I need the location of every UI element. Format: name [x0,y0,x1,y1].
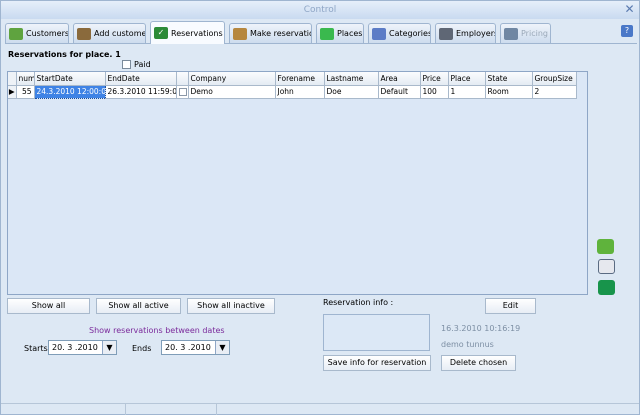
add-customer-icon [77,27,91,40]
save-info-button[interactable]: Save info for reservation [323,355,431,371]
table-header-row: num StartDate EndDate Company Forename L… [8,72,577,86]
cell-forename[interactable]: John [275,85,325,99]
main-tabs: Customers Add customer ✓ Reservations Mak… [5,21,637,44]
tab-reservations[interactable]: ✓ Reservations [150,21,225,44]
column-header-price[interactable]: Price [420,72,449,86]
row-header-corner [8,72,17,86]
window-title: Control [303,5,337,15]
cell-area[interactable]: Default [378,85,421,99]
categories-icon [372,27,386,40]
paid-checkbox[interactable]: Paid [122,60,151,69]
tab-employers[interactable]: Employers [435,23,496,43]
add-reservation-icon[interactable] [597,239,614,254]
starts-label: Starts [24,344,48,353]
paid-row-checkbox[interactable] [179,87,187,96]
close-icon[interactable]: ✕ [623,3,636,16]
edit-button[interactable]: Edit [485,298,536,314]
status-panel-2 [126,404,217,415]
column-header-forename[interactable]: Forename [275,72,325,86]
status-bar [1,403,639,415]
cell-company[interactable]: Demo [188,85,276,99]
show-all-button[interactable]: Show all [7,298,90,314]
table-row[interactable]: ▶ 55 24.3.2010 12:00:00 26.3.2010 11:59:… [8,84,577,99]
column-header-area[interactable]: Area [378,72,421,86]
chevron-down-icon[interactable]: ▼ [102,341,116,354]
reservations-grid[interactable]: num StartDate EndDate Company Forename L… [7,71,588,295]
status-panel-1 [56,404,126,415]
pricing-icon [504,27,518,40]
column-header-paid[interactable] [176,72,189,86]
reservation-info-textbox[interactable] [323,314,430,351]
column-header-groupsize[interactable]: GroupSize [532,72,577,86]
reservation-info-label: Reservation info : [323,298,394,307]
ends-label: Ends [132,344,152,353]
tab-add-customer[interactable]: Add customer [73,23,146,43]
column-header-lastname[interactable]: Lastname [324,72,379,86]
reservation-info-timestamp: 16.3.2010 10:16:19 [441,324,521,333]
tab-categories[interactable]: Categories [368,23,431,43]
cell-enddate[interactable]: 26.3.2010 11:59:00 [105,85,177,99]
column-header-state[interactable]: State [485,72,533,86]
make-reservation-icon [233,27,247,40]
cell-paid-checkbox[interactable] [176,85,189,99]
tab-customers[interactable]: Customers [5,23,69,43]
reservations-table: num StartDate EndDate Company Forename L… [8,72,577,99]
chevron-down-icon[interactable]: ▼ [215,341,229,354]
help-icon[interactable]: ? [621,25,633,37]
tab-pricing[interactable]: Pricing [500,23,551,43]
cell-num[interactable]: 55 [16,85,35,99]
column-header-startdate[interactable]: StartDate [34,72,106,86]
print-icon[interactable] [598,259,615,274]
cell-state[interactable]: Room [485,85,533,99]
title-bar: Control ✕ [1,1,639,19]
paid-label: Paid [134,60,151,69]
show-all-inactive-button[interactable]: Show all inactive [187,298,275,314]
column-header-num[interactable]: num [16,72,35,86]
cell-price[interactable]: 100 [420,85,449,99]
employers-icon [439,27,453,40]
ends-date-picker[interactable]: 20. 3 .2010 ▼ [161,340,230,355]
tab-places[interactable]: Places [316,23,364,43]
cell-startdate[interactable]: 24.3.2010 12:00:00 [33,84,106,99]
panel-title: Reservations for place. 1 [8,50,121,59]
column-header-place[interactable]: Place [448,72,486,86]
column-header-company[interactable]: Company [188,72,276,86]
show-all-active-button[interactable]: Show all active [96,298,181,314]
places-icon [320,27,334,40]
cell-lastname[interactable]: Doe [324,85,379,99]
reservation-info-user: demo tunnus [441,340,494,349]
cell-groupsize[interactable]: 2 [532,85,577,99]
reservation-control-window: Control ✕ Customers Add customer ✓ Reserv… [0,0,640,415]
date-range-heading: Show reservations between dates [89,326,225,335]
starts-date-picker[interactable]: 20. 3 .2010 ▼ [48,340,117,355]
column-header-enddate[interactable]: EndDate [105,72,177,86]
customers-icon [9,27,23,40]
paid-checkbox-box[interactable] [122,60,131,69]
delete-chosen-button[interactable]: Delete chosen [441,355,516,371]
current-row-indicator-icon: ▶ [8,85,17,99]
checkmark-icon: ✓ [154,27,168,39]
cell-place[interactable]: 1 [448,85,486,99]
excel-export-icon[interactable] [598,280,615,295]
tab-make-reservation[interactable]: Make reservation [229,23,312,43]
